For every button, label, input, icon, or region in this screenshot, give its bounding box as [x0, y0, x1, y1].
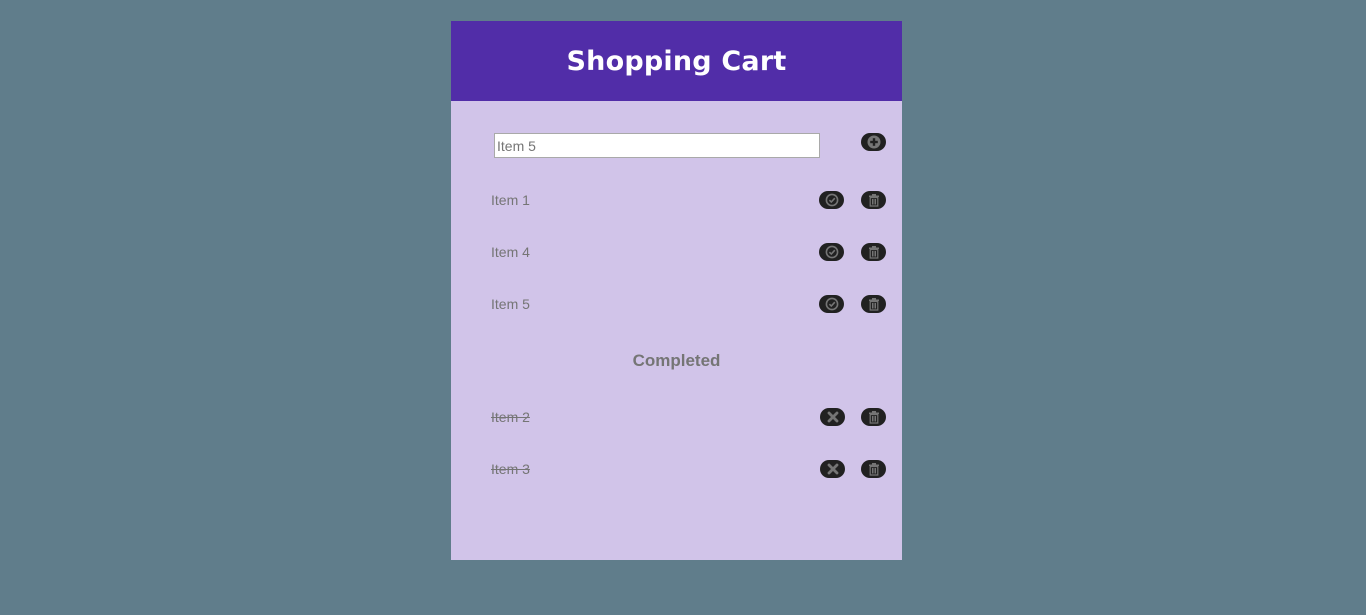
completed-list-item: Item 3: [491, 460, 886, 480]
trash-icon: [868, 298, 879, 311]
delete-button[interactable]: [861, 408, 886, 426]
check-button[interactable]: [819, 295, 844, 313]
trash-icon: [868, 411, 879, 424]
completed-item-label: Item 2: [491, 409, 530, 425]
trash-icon: [868, 194, 879, 207]
card-header: Shopping Cart: [451, 21, 902, 101]
check-circle-icon: [825, 193, 838, 207]
check-circle-icon: [825, 297, 838, 311]
completed-section-title: Completed: [632, 351, 721, 370]
check-circle-icon: [825, 245, 838, 259]
delete-button[interactable]: [861, 191, 886, 209]
item-label: Item 4: [491, 244, 530, 260]
trash-icon: [868, 246, 879, 259]
close-icon: [827, 411, 838, 423]
new-item-input[interactable]: [494, 133, 820, 158]
shopping-cart-card: Shopping Cart Item 1: [451, 21, 902, 560]
item-label: Item 1: [491, 192, 530, 208]
delete-button[interactable]: [861, 243, 886, 261]
delete-button[interactable]: [861, 460, 886, 478]
page-title: Shopping Cart: [566, 45, 787, 77]
check-button[interactable]: [819, 191, 844, 209]
trash-icon: [868, 463, 879, 476]
list-item: Item 4: [491, 243, 886, 263]
delete-button[interactable]: [861, 295, 886, 313]
add-item-form: [494, 133, 820, 158]
completed-list-item: Item 2: [491, 408, 886, 428]
add-item-button[interactable]: [861, 133, 886, 151]
uncheck-button[interactable]: [820, 408, 845, 426]
uncheck-button[interactable]: [820, 460, 845, 478]
close-icon: [827, 463, 838, 475]
completed-item-label: Item 3: [491, 461, 530, 477]
plus-icon: [867, 135, 880, 149]
item-label: Item 5: [491, 296, 530, 312]
check-button[interactable]: [819, 243, 844, 261]
list-item: Item 5: [491, 295, 886, 315]
list-item: Item 1: [491, 191, 886, 211]
